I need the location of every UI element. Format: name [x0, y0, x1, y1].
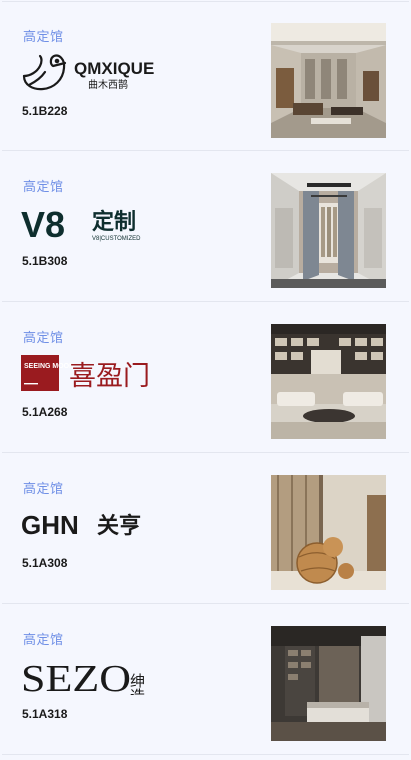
- brand-badge: SEEING MOON: [24, 363, 74, 370]
- category-tag: 高定馆: [23, 30, 64, 45]
- store-photo: [271, 23, 386, 138]
- brand-logo: SEEING MOON 喜盈门: [21, 351, 221, 393]
- category-tag: 高定馆: [23, 180, 64, 195]
- booth-number: 5.1B308: [22, 254, 68, 268]
- brand-cn: 定制: [92, 209, 136, 235]
- booth-number: 5.1A318: [22, 707, 68, 721]
- brand-cn: 绅造: [128, 673, 146, 695]
- brand-cn: 喜盈门: [69, 361, 150, 392]
- brand-cn: 关亨: [97, 513, 141, 539]
- store-photo: [271, 173, 386, 288]
- store-list: 高定馆 QMXIQUE 曲木西鹊 5.1B228 高定馆 V8 定制 V8|CU…: [0, 0, 411, 760]
- brand-name: GHN: [21, 510, 79, 540]
- store-photo: [271, 475, 386, 590]
- store-photo: [271, 626, 386, 741]
- store-card[interactable]: 高定馆 GHN 关亨 5.1A308: [2, 454, 409, 604]
- brand-logo: GHN 关亨: [21, 502, 221, 544]
- category-tag: 高定馆: [23, 633, 64, 648]
- booth-number: 5.1A268: [22, 405, 68, 419]
- category-tag: 高定馆: [23, 331, 64, 346]
- booth-number: 5.1A308: [22, 556, 68, 570]
- store-card[interactable]: 高定馆 SEZO 绅造 5.1A318: [2, 605, 409, 755]
- brand-logo: V8 定制 V8|CUSTOMIZED: [21, 200, 221, 245]
- brand-sub: 曲木西鹊: [88, 78, 128, 91]
- brand-logo: QMXIQUE 曲木西鹊: [21, 50, 221, 92]
- store-card[interactable]: 高定馆 QMXIQUE 曲木西鹊 5.1B228: [2, 1, 409, 151]
- brand-name: SEZO: [21, 658, 131, 695]
- bird-icon: [22, 54, 67, 91]
- brand-name: V8: [21, 204, 65, 242]
- store-card[interactable]: 高定馆 SEEING MOON 喜盈门 5.1A268: [2, 303, 409, 453]
- category-tag: 高定馆: [23, 482, 64, 497]
- booth-number: 5.1B228: [22, 104, 68, 118]
- brand-sub: V8|CUSTOMIZED: [92, 236, 141, 242]
- store-card[interactable]: 高定馆 V8 定制 V8|CUSTOMIZED 5.1B308: [2, 152, 409, 302]
- brand-name: QMXIQUE: [74, 59, 154, 78]
- brand-logo: SEZO 绅造: [21, 653, 221, 704]
- store-photo: [271, 324, 386, 439]
